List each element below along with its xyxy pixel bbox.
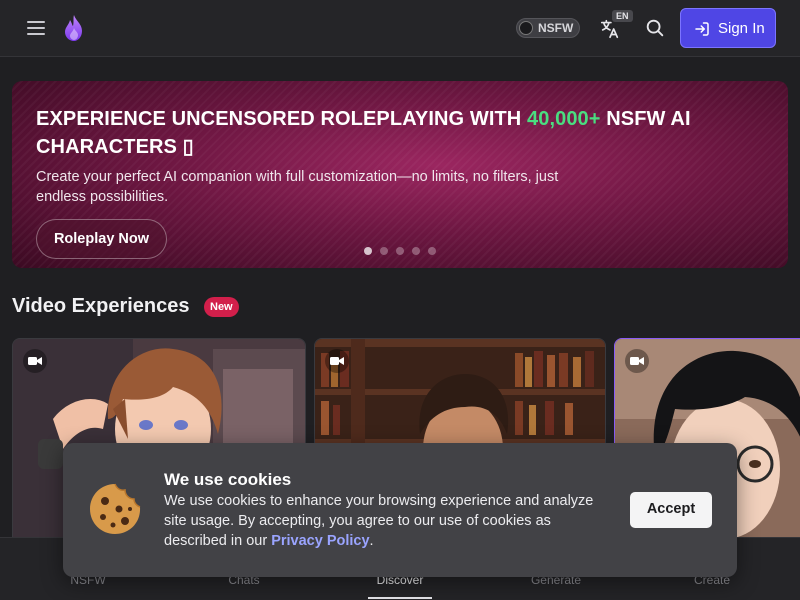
hero-title-accent: 40,000+ xyxy=(527,108,601,130)
search-icon[interactable] xyxy=(644,17,666,39)
accept-cookies-button[interactable]: Accept xyxy=(630,492,712,528)
hero-title: EXPERIENCE UNCENSORED ROLEPLAYING WITH 4… xyxy=(36,108,691,158)
login-arrow-icon xyxy=(695,22,709,36)
active-nav-indicator xyxy=(368,597,432,599)
top-bar: NSFW EN Sign In xyxy=(0,0,800,57)
carousel-dot[interactable] xyxy=(396,247,404,255)
carousel-dot[interactable] xyxy=(412,247,420,255)
roleplay-now-button[interactable]: Roleplay Now xyxy=(36,219,167,259)
cookie-text: We use cookies to enhance your browsing … xyxy=(164,493,594,549)
flame-logo-icon[interactable] xyxy=(62,14,86,42)
language-badge: EN xyxy=(612,10,633,22)
new-badge: New xyxy=(204,297,239,317)
carousel-dot[interactable] xyxy=(364,247,372,255)
accept-label: Accept xyxy=(646,501,696,517)
sign-in-label: Sign In xyxy=(718,20,765,37)
video-camera-icon xyxy=(23,349,47,373)
section-title: Video Experiences xyxy=(12,295,190,317)
hamburger-menu-icon[interactable] xyxy=(24,16,48,40)
carousel-dot[interactable] xyxy=(380,247,388,255)
video-camera-icon xyxy=(325,349,349,373)
toggle-knob xyxy=(519,21,533,35)
roleplay-now-label: Roleplay Now xyxy=(53,231,150,247)
cookie-icon xyxy=(90,483,141,534)
hero-subtitle: Create your perfect AI companion with fu… xyxy=(36,169,559,205)
cookie-title: We use cookies xyxy=(164,470,292,489)
carousel-dot[interactable] xyxy=(428,247,436,255)
language-button[interactable]: EN xyxy=(598,10,633,42)
nsfw-toggle[interactable]: NSFW xyxy=(516,18,580,38)
nsfw-toggle-label: NSFW xyxy=(538,21,574,35)
privacy-policy-link[interactable]: Privacy Policy xyxy=(271,533,369,549)
hero-banner[interactable]: EXPERIENCE UNCENSORED ROLEPLAYING WITH 4… xyxy=(12,81,788,268)
video-camera-icon xyxy=(625,349,649,373)
cookie-banner: We use cookies We use cookies to enhance… xyxy=(63,443,737,577)
sign-in-button[interactable]: Sign In xyxy=(680,8,776,48)
